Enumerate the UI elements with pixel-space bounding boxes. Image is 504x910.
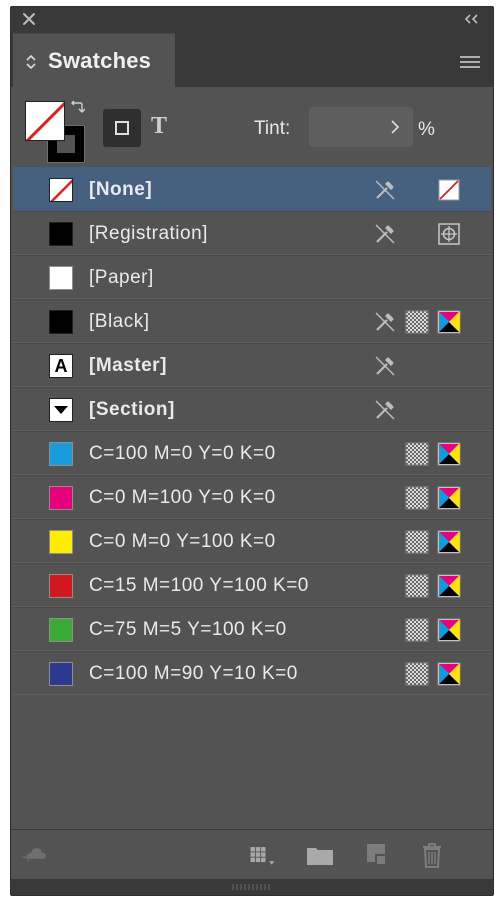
swatch-name: [None]: [89, 179, 153, 200]
swap-fill-stroke-icon[interactable]: [69, 99, 85, 115]
swatch-chip: [49, 178, 73, 202]
swatch-chip: [49, 486, 73, 510]
cmyk-icon: [437, 442, 461, 466]
swatch-chip: [49, 662, 73, 686]
swatch-chip: [49, 222, 73, 246]
swatch-row[interactable]: [Paper]: [13, 255, 491, 299]
swatch-row[interactable]: [Black]: [13, 299, 491, 343]
container-square-icon: [115, 121, 129, 135]
cross-pencil-icon: [373, 310, 397, 334]
swatch-row[interactable]: [None]: [13, 167, 491, 211]
panel-resize-grip[interactable]: [11, 879, 493, 895]
none-mode-icon: [437, 178, 461, 202]
process-color-icon: [405, 574, 429, 598]
panel-menu-icon[interactable]: [459, 55, 481, 69]
tab-collapse-arrows-icon[interactable]: [25, 53, 37, 71]
cmyk-icon: [437, 574, 461, 598]
swatch-name: [Black]: [89, 311, 150, 332]
fill-stroke-proxy: [25, 99, 85, 163]
cross-pencil-icon: [373, 354, 397, 378]
swatch-name: C=0 M=0 Y=100 K=0: [89, 531, 276, 552]
chevron-right-icon[interactable]: [389, 117, 401, 137]
delete-swatch-icon[interactable]: [417, 840, 447, 870]
swatch-name: C=15 M=100 Y=100 K=0: [89, 575, 309, 596]
cross-pencil-icon: [373, 222, 397, 246]
swatch-name: [Registration]: [89, 223, 208, 244]
swatch-name: [Master]: [89, 355, 167, 376]
swatch-chip: [49, 442, 73, 466]
swatch-name: [Section]: [89, 399, 175, 420]
tint-label: Tint:: [254, 118, 291, 139]
swatch-views-icon[interactable]: [247, 840, 277, 870]
swatch-name: C=100 M=90 Y=10 K=0: [89, 663, 298, 684]
tab-swatches[interactable]: Swatches: [13, 33, 175, 87]
swatch-name: [Paper]: [89, 267, 154, 288]
swatch-chip: A: [49, 354, 73, 378]
swatch-row[interactable]: C=100 M=90 Y=10 K=0: [13, 651, 491, 695]
cross-pencil-icon: [373, 398, 397, 422]
process-color-icon: [405, 442, 429, 466]
formatting-container-button[interactable]: [103, 109, 141, 147]
process-color-icon: [405, 310, 429, 334]
panel-tabstrip: Swatches: [11, 33, 493, 87]
swatch-name: C=75 M=5 Y=100 K=0: [89, 619, 287, 640]
none-slash-icon: [26, 102, 64, 140]
cmyk-icon: [437, 486, 461, 510]
formatting-text-button[interactable]: T: [151, 113, 175, 141]
swatch-row[interactable]: C=0 M=100 Y=0 K=0: [13, 475, 491, 519]
cc-library-icon[interactable]: [21, 840, 51, 870]
swatches-panel: Swatches T Tint: % [None] [Registration][…: [10, 6, 494, 896]
registration-icon: [437, 222, 461, 246]
cmyk-icon: [437, 530, 461, 554]
swatch-row[interactable]: C=100 M=0 Y=0 K=0: [13, 431, 491, 475]
swatch-row[interactable]: C=0 M=0 Y=100 K=0: [13, 519, 491, 563]
tab-swatches-label: Swatches: [48, 48, 152, 73]
collapse-panel-icon[interactable]: [463, 12, 481, 26]
panel-titlebar: [11, 7, 493, 33]
tint-percent: %: [418, 119, 435, 140]
swatch-row[interactable]: A [Master]: [13, 343, 491, 387]
cmyk-icon: [437, 662, 461, 686]
fill-swatch[interactable]: [25, 101, 65, 141]
swatch-name: C=100 M=0 Y=0 K=0: [89, 443, 276, 464]
swatch-list: [None] [Registration] [Paper] [Black] A [Mast…: [13, 167, 491, 695]
swatch-chip: [49, 310, 73, 334]
process-color-icon: [405, 618, 429, 642]
process-color-icon: [405, 662, 429, 686]
swatch-name: C=0 M=100 Y=0 K=0: [89, 487, 276, 508]
process-color-icon: [405, 530, 429, 554]
swatch-row[interactable]: C=15 M=100 Y=100 K=0: [13, 563, 491, 607]
grip-lines-icon: [232, 884, 270, 890]
close-icon[interactable]: [21, 11, 37, 27]
swatch-chip: [49, 398, 73, 422]
swatch-row[interactable]: C=75 M=5 Y=100 K=0: [13, 607, 491, 651]
swatch-row[interactable]: [Registration]: [13, 211, 491, 255]
cross-pencil-icon: [373, 178, 397, 202]
new-color-group-icon[interactable]: [305, 840, 335, 870]
swatch-chip: [49, 618, 73, 642]
swatch-chip: [49, 266, 73, 290]
panel-footer: [11, 829, 493, 879]
process-color-icon: [405, 486, 429, 510]
cmyk-icon: [437, 618, 461, 642]
new-swatch-icon[interactable]: [363, 840, 393, 870]
swatch-chip: [49, 530, 73, 554]
swatch-chip: [49, 574, 73, 598]
swatch-row[interactable]: [Section]: [13, 387, 491, 431]
cmyk-icon: [437, 310, 461, 334]
